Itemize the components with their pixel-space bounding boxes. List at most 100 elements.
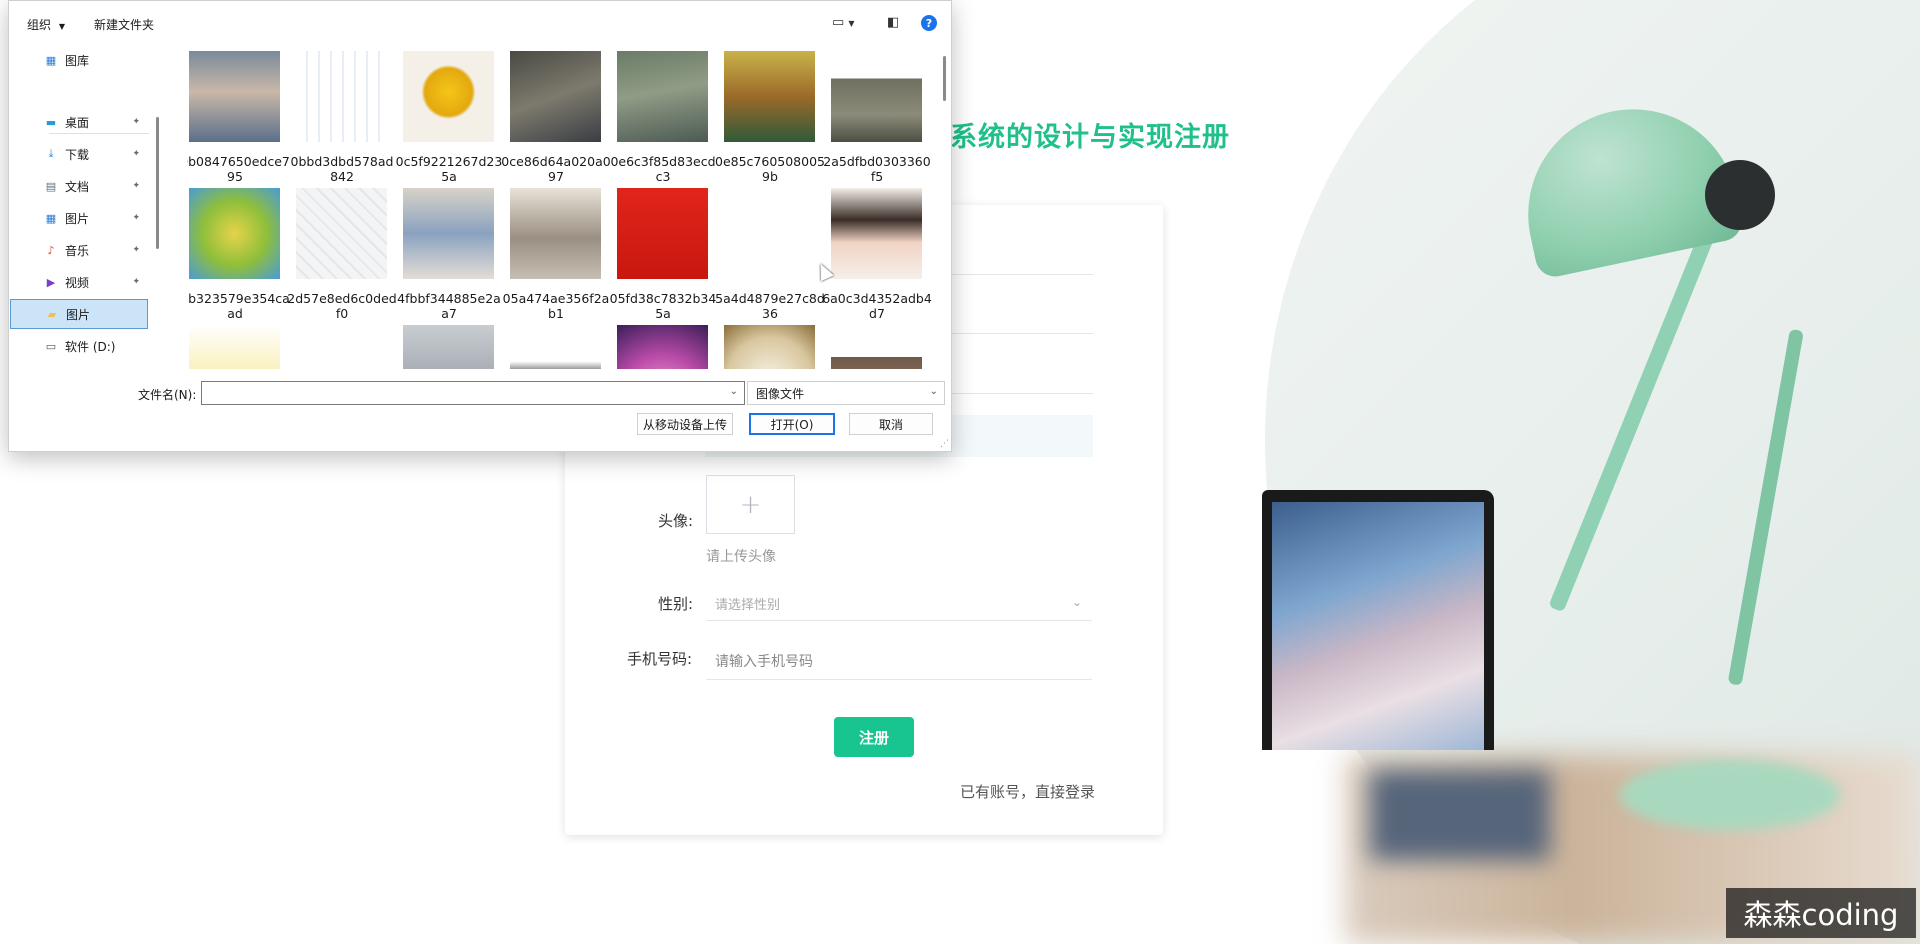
nav-item[interactable]: ▦ 图片 ✦ (10, 203, 148, 233)
video-icon: ▶ (46, 275, 56, 289)
chevron-down-icon: ⌄ (929, 386, 938, 397)
nav-item[interactable]: ⤓ 下载 ✦ (10, 139, 148, 169)
file-thumbnail[interactable]: 2d57e8ed6c0dedf0 (287, 188, 397, 321)
file-thumbnail[interactable] (829, 325, 925, 369)
file-thumbnail[interactable]: 0b0847650edce795 (187, 51, 290, 184)
thumbnail-image (403, 51, 494, 142)
open-button[interactable]: 打开(O) (749, 413, 835, 435)
phone-label: 手机号码: (627, 650, 693, 668)
thumbnail-image (296, 188, 387, 279)
nav-item[interactable]: ▰ 图片 (10, 299, 148, 329)
page-title: 系统的设计与实现注册 (950, 122, 1230, 153)
file-name: 0b0847650edce795 (187, 154, 290, 184)
file-thumbnail[interactable]: 5a4d4879e27c8d36 (715, 188, 825, 321)
thumbnail-image (403, 188, 494, 279)
download-icon: ⤓ (48, 147, 54, 160)
phone-input[interactable]: 请输入手机号码 (706, 642, 1092, 680)
pin-icon: ✦ (132, 117, 140, 127)
file-thumbnail[interactable]: 0e85c7605080059b (715, 51, 825, 184)
nav-item[interactable]: ♪ 音乐 ✦ (10, 235, 148, 265)
nav-item-label: 下载 (65, 147, 90, 162)
organize-label: 组织 (27, 18, 52, 32)
thumbnail-image (831, 188, 922, 279)
organize-menu[interactable]: 组织 ▼ (27, 16, 65, 33)
dialog-toolbar: 组织 ▼ 新建文件夹 ▭ ▼ ◧ ? (9, 1, 951, 45)
file-thumbnail[interactable]: 0c5f9221267d235a (396, 51, 502, 184)
nav-item[interactable]: ▤ 文档 ✦ (10, 171, 148, 201)
nav-item[interactable]: ▦ 图库 (10, 45, 148, 75)
cancel-button[interactable]: 取消 (849, 413, 933, 435)
avatar-upload-button[interactable]: + (706, 475, 795, 534)
login-link[interactable]: 已有账号，直接登录 (960, 781, 1095, 802)
file-name: 2d57e8ed6c0dedf0 (287, 291, 397, 321)
file-name: 2b323579e354caad (187, 291, 290, 321)
thumbnail-image (831, 51, 922, 142)
file-thumbnail[interactable] (615, 325, 711, 369)
pictures-icon: ▦ (45, 211, 57, 225)
gender-label: 性别: (658, 595, 694, 613)
file-thumbnail[interactable]: 0bbd3dbd578ad842 (291, 51, 393, 184)
thumbnail-image (724, 325, 815, 369)
preview-pane-icon[interactable]: ◧ (887, 15, 899, 30)
file-thumbnail[interactable]: 05a474ae356f2ab1 (503, 188, 609, 321)
file-thumbnail[interactable]: 6a0c3d4352adb4d7 (822, 188, 932, 321)
pin-icon: ✦ (132, 245, 140, 255)
chevron-down-icon: ▼ (58, 22, 65, 31)
file-thumbnail[interactable] (401, 325, 497, 369)
file-thumbnail[interactable]: 0e6c3f85d83ecdc3 (610, 51, 716, 184)
background-laptop (1262, 490, 1494, 750)
drive-icon: ▭ (45, 339, 57, 353)
desktop-icon: ▬ (45, 115, 57, 129)
upload-from-mobile-button[interactable]: 从移动设备上传 (637, 413, 733, 435)
watermark: 森森coding (1726, 888, 1916, 938)
plus-icon: + (739, 489, 762, 520)
register-button[interactable]: 注册 (834, 717, 914, 757)
file-thumbnail[interactable]: 2a5dfbd0303360f5 (823, 51, 931, 184)
chevron-down-icon: ⌄ (1071, 595, 1082, 609)
gender-select[interactable]: 请选择性别 ⌄ (706, 587, 1092, 621)
thumbnail-image (510, 188, 601, 279)
phone-placeholder: 请输入手机号码 (715, 653, 813, 670)
chevron-down-icon[interactable]: ⌄ (730, 386, 738, 397)
thumbnail-image (296, 51, 387, 142)
filetype-select[interactable]: 图像文件 ⌄ (747, 381, 945, 405)
thumbnail-image (617, 325, 708, 369)
file-name: 4fbbf344885e2aa7 (397, 291, 501, 321)
grid-scrollbar[interactable] (943, 56, 946, 101)
nav-item[interactable]: ▬ 桌面 ✦ (10, 107, 148, 137)
new-folder-button[interactable]: 新建文件夹 (94, 16, 154, 33)
nav-item-label: 软件 (D:) (65, 339, 116, 354)
help-icon[interactable]: ? (921, 15, 937, 31)
file-name: 5a4d4879e27c8d36 (715, 291, 825, 321)
thumbnail-image (724, 188, 815, 279)
file-thumbnail[interactable] (508, 325, 604, 369)
file-thumbnail[interactable]: 05fd38c7832b345a (610, 188, 716, 321)
filename-label: 文件名(N): (138, 388, 197, 402)
file-thumbnail[interactable]: 0ce86d64a020a097 (501, 51, 611, 184)
nav-item-label: 图库 (65, 53, 90, 68)
nav-item-label: 图片 (65, 211, 90, 226)
thumbnail-image (189, 325, 280, 369)
file-thumbnail[interactable] (722, 325, 818, 369)
folder-icon: ▰ (47, 307, 57, 321)
nav-item[interactable]: ▭ 软件 (D:) (10, 331, 148, 361)
file-grid: 0b0847650edce795 0bbd3dbd578ad842 0c5f9221… (187, 51, 937, 369)
background-lamp-base (1620, 760, 1840, 830)
file-thumbnail[interactable] (187, 325, 283, 369)
file-open-dialog: 组织 ▼ 新建文件夹 ▭ ▼ ◧ ? ▦ 图库 ▬ 桌面 ✦ ⤓ 下载 ✦ ▤ 文档 ✦ ▦ 图片 ✦ ♪ 音… (8, 0, 952, 452)
file-thumbnail[interactable]: 2b323579e354caad (187, 188, 290, 321)
file-name: 0ce86d64a020a097 (501, 154, 611, 184)
thumbnail-image (296, 325, 387, 369)
background-lamp-joint (1705, 160, 1775, 230)
pin-icon: ✦ (132, 149, 140, 159)
view-options-icon[interactable]: ▭ ▼ (832, 15, 855, 30)
nav-scrollbar[interactable] (156, 117, 159, 249)
nav-item[interactable]: ▶ 视频 ✦ (10, 267, 148, 297)
pin-icon: ✦ (132, 277, 140, 287)
file-thumbnail[interactable]: 4fbbf344885e2aa7 (397, 188, 501, 321)
file-thumbnail[interactable] (294, 325, 390, 369)
filename-input[interactable]: ⌄ (201, 381, 745, 405)
resize-grip-icon[interactable]: ⋰ (940, 439, 949, 449)
nav-item-label: 音乐 (65, 243, 90, 258)
file-name: 0c5f9221267d235a (395, 154, 503, 184)
